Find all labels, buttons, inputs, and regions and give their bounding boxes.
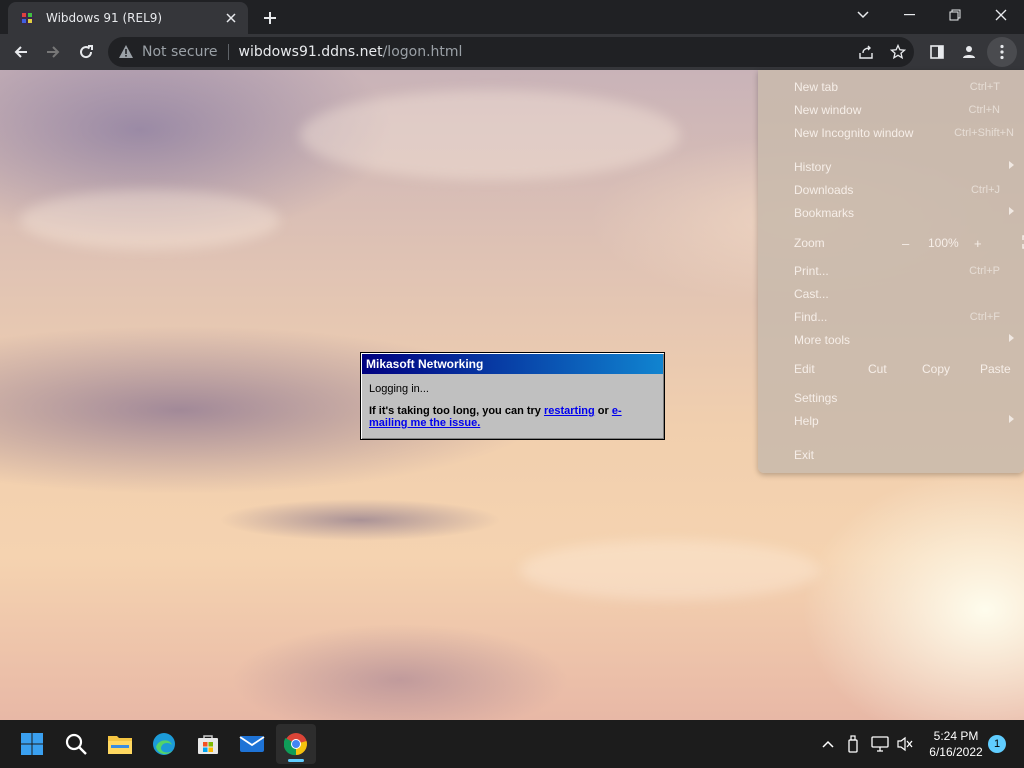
restore-icon[interactable] (932, 0, 978, 30)
dialog-help-text: If it's taking too long, you can try res… (369, 405, 656, 429)
chevron-up-icon[interactable] (818, 734, 838, 754)
network-icon[interactable] (870, 734, 890, 754)
menu-item-bookmarks[interactable]: Bookmarks (794, 203, 1014, 223)
help-prefix: If it's taking too long, you can try (369, 405, 544, 417)
paste-button[interactable]: Paste (980, 362, 1011, 376)
chevron-right-icon (1009, 161, 1014, 169)
cut-button[interactable]: Cut (868, 362, 887, 376)
clock-time: 5:24 PM (933, 729, 979, 743)
edge-icon[interactable] (144, 724, 184, 764)
browser-tab[interactable]: Wibdows 91 (REL9) (8, 2, 248, 34)
wibdows-logo-icon (20, 11, 34, 25)
menu-item-exit[interactable]: Exit (794, 445, 1014, 465)
clock-date: 6/16/2022 (929, 745, 983, 759)
chevron-right-icon (1009, 415, 1014, 423)
restart-link[interactable]: restarting (544, 405, 595, 417)
menu-item-new-incognito[interactable]: New Incognito window Ctrl+Shift+N (794, 123, 1014, 143)
menu-item-cast[interactable]: Cast... (794, 284, 1014, 304)
profile-icon (963, 46, 975, 58)
menu-item-find[interactable]: Find... Ctrl+F (794, 307, 1014, 327)
dialog-status: Logging in... (369, 383, 429, 395)
arrow-left-icon (14, 46, 27, 58)
menu-item-new-tab[interactable]: New tab Ctrl+T (794, 77, 1014, 97)
close-icon[interactable] (978, 0, 1024, 30)
networking-dialog: Mikasoft Networking Logging in... If it'… (360, 352, 665, 440)
notification-badge[interactable]: 1 (988, 735, 1006, 753)
menu-zoom-row: Zoom – 100% + (794, 233, 1024, 253)
menu-item-help[interactable]: Help (794, 411, 1014, 431)
wallpaper-cloud (20, 190, 280, 250)
taskbar-clock[interactable]: 5:24 PM 6/16/2022 (920, 728, 992, 760)
side-panel-icon (930, 45, 944, 59)
search-icon[interactable] (56, 724, 96, 764)
dialog-title: Mikasoft Networking (362, 354, 663, 374)
chevron-right-icon (1009, 334, 1014, 342)
menu-edit-row: Edit Cut Copy Paste (794, 359, 1014, 379)
active-app-indicator (288, 759, 304, 762)
warning-icon[interactable] (118, 44, 134, 60)
security-label[interactable]: Not secure (142, 44, 218, 60)
menu-item-print[interactable]: Print... Ctrl+P (794, 261, 1014, 281)
reload-button[interactable] (71, 37, 101, 67)
menu-item-history[interactable]: History (794, 157, 1014, 177)
dialog-body: Logging in... If it's taking too long, y… (361, 375, 664, 437)
zoom-in-button[interactable]: + (974, 236, 982, 251)
store-icon[interactable] (188, 724, 228, 764)
usb-device-icon[interactable] (843, 734, 863, 754)
tab-search-icon[interactable] (840, 0, 886, 30)
chevron-right-icon (1009, 207, 1014, 215)
reload-icon (80, 45, 93, 59)
menu-item-settings[interactable]: Settings (794, 388, 1014, 408)
kebab-menu-icon (1000, 44, 1004, 60)
url-separator (227, 44, 229, 60)
mail-icon[interactable] (232, 724, 272, 764)
new-tab-button[interactable] (258, 6, 282, 30)
wallpaper-cloud (520, 540, 820, 600)
copy-button[interactable]: Copy (922, 362, 950, 376)
wallpaper-cloud (300, 90, 680, 180)
bookmark-star-icon[interactable] (888, 42, 908, 62)
arrow-right-icon (47, 46, 60, 58)
tab-close-icon[interactable] (222, 9, 240, 27)
help-mid: or (594, 405, 612, 417)
minimize-icon[interactable] (886, 0, 932, 30)
zoom-out-button[interactable]: – (902, 236, 909, 251)
menu-item-more-tools[interactable]: More tools (794, 330, 1014, 350)
url-host: wibdows91.ddns.net (238, 44, 383, 60)
menu-item-new-window[interactable]: New window Ctrl+N (794, 100, 1014, 120)
taskbar: 5:24 PM 6/16/2022 1 (0, 720, 1024, 768)
tab-title: Wibdows 91 (REL9) (46, 11, 163, 25)
tab-strip: Wibdows 91 (REL9) (0, 0, 1024, 34)
address-bar[interactable]: Not secure wibdows91.ddns.net/logon.html (108, 37, 914, 67)
browser-toolbar: Not secure wibdows91.ddns.net/logon.html (0, 34, 1024, 70)
menu-button[interactable] (987, 37, 1017, 67)
profile-button[interactable] (954, 37, 984, 67)
side-panel-button[interactable] (922, 37, 952, 67)
forward-button[interactable] (38, 37, 68, 67)
volume-muted-icon[interactable] (895, 734, 915, 754)
menu-item-downloads[interactable]: Downloads Ctrl+J (794, 180, 1014, 200)
share-icon[interactable] (856, 42, 876, 62)
chrome-icon[interactable] (276, 724, 316, 764)
start-icon[interactable] (12, 724, 52, 764)
file-explorer-icon[interactable] (100, 724, 140, 764)
chrome-main-menu: New tab Ctrl+T New window Ctrl+N New Incog… (758, 70, 1024, 473)
back-button[interactable] (6, 37, 36, 67)
url-path: /logon.html (382, 44, 463, 60)
zoom-level: 100% (928, 236, 959, 250)
